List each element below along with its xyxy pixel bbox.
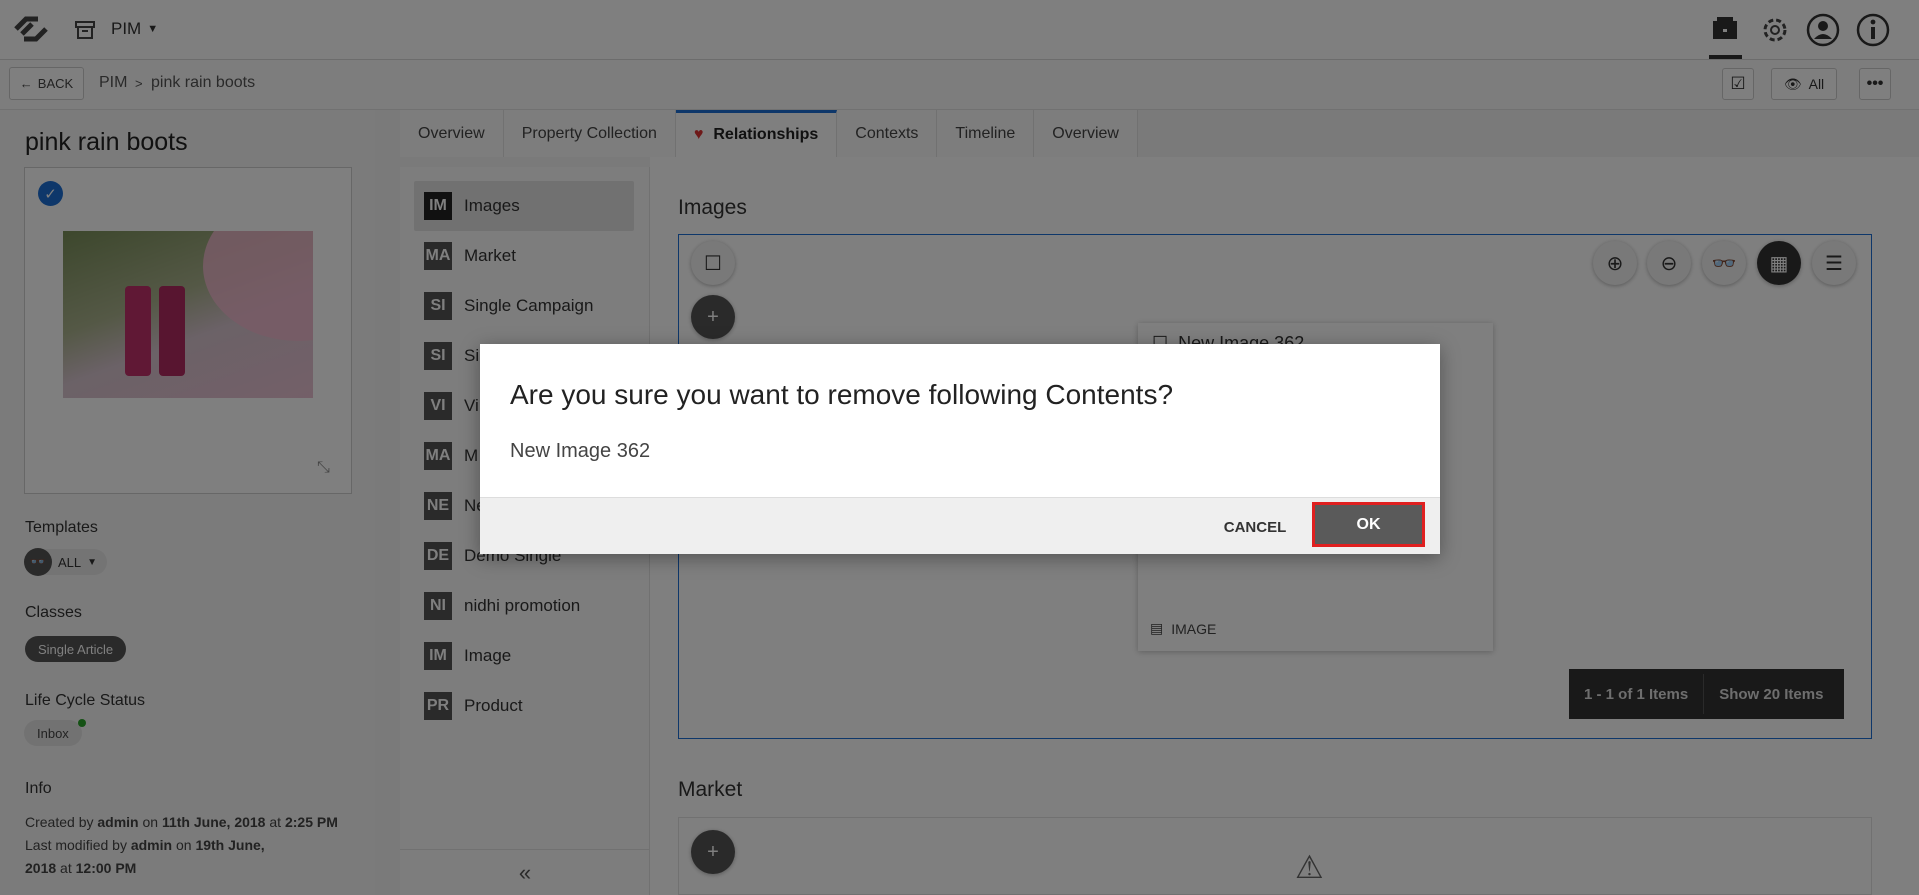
dialog-title: Are you sure you want to remove followin… bbox=[510, 379, 1174, 410]
ok-button[interactable]: OK bbox=[1312, 502, 1425, 547]
confirm-remove-dialog: Are you sure you want to remove followin… bbox=[480, 344, 1440, 554]
cancel-button[interactable]: CANCEL bbox=[1205, 512, 1305, 542]
dialog-item: New Image 362 bbox=[510, 440, 651, 462]
dialog-footer: CANCEL OK bbox=[480, 497, 1440, 554]
